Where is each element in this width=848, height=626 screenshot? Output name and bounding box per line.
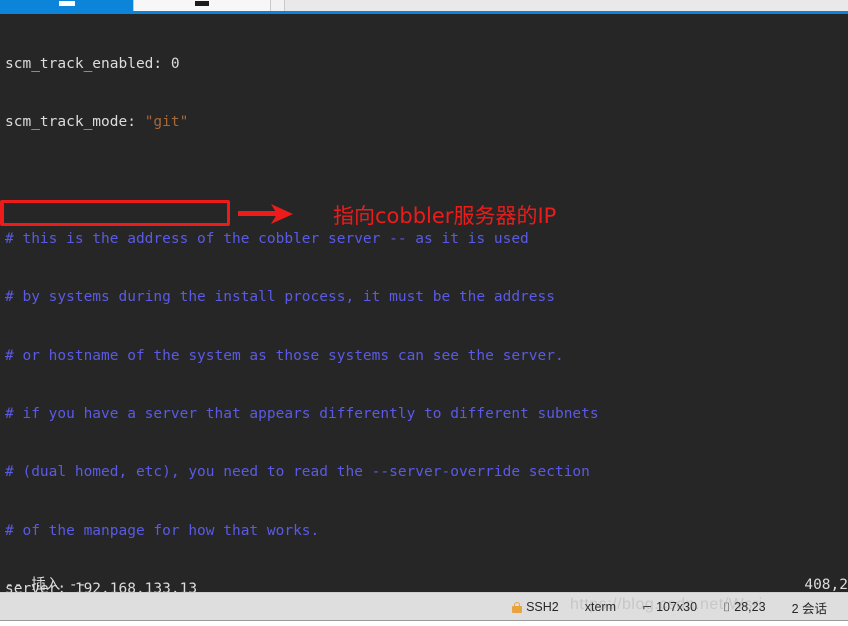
comment-line: # of the manpage for how that works. (5, 522, 320, 539)
window-tab-bar (0, 0, 848, 11)
status-terminal-type[interactable]: xterm (572, 600, 629, 614)
lock-icon (512, 601, 523, 613)
vim-ruler-position: 408,2 (804, 577, 848, 592)
terminal-line: scm_track_enabled: 0 (5, 55, 634, 74)
terminal-line: scm_track_mode: "git" (5, 113, 634, 132)
comment-line: # this is the address of the cobbler ser… (5, 230, 529, 247)
terminal-line: # if you have a server that appears diff… (5, 405, 634, 424)
terminal-line: # this is the address of the cobbler ser… (5, 230, 634, 249)
status-protocol[interactable]: SSH2 (499, 600, 572, 614)
session-status-bar: SSH2 xterm ⌐ 107x30 ⌷ 28,23 2 会话 (0, 592, 848, 620)
annotation-label: 指向cobbler服务器的IP (333, 204, 557, 228)
comment-line: # by systems during the install process,… (5, 289, 555, 306)
terminal-line: # or hostname of the system as those sys… (5, 347, 634, 366)
resize-icon: ⌐ (642, 600, 653, 614)
status-dimensions[interactable]: ⌐ 107x30 (629, 600, 710, 614)
status-cursor-position-label: 28,23 (734, 600, 766, 614)
config-key-scm-track-mode: scm_track_mode: (5, 114, 145, 131)
config-key-scm-track-enabled: scm_track_enabled: 0 (5, 55, 180, 72)
status-sessions[interactable]: 2 会话 (779, 598, 840, 617)
comment-line: # or hostname of the system as those sys… (5, 347, 564, 364)
tab-stub[interactable] (271, 0, 285, 11)
tab-active-session[interactable] (0, 0, 133, 11)
terminal-text: scm_track_enabled: 0 scm_track_mode: "gi… (5, 16, 634, 592)
terminal-line: # (dual homed, etc), you need to read th… (5, 463, 634, 482)
status-dimensions-label: 107x30 (656, 600, 698, 614)
terminal-line: server: 192.168.133.13 (5, 580, 634, 592)
status-sessions-label: 2 会话 (791, 601, 827, 616)
terminal-line: # of the manpage for how that works. (5, 522, 634, 541)
status-protocol-label: SSH2 (526, 600, 559, 614)
tab-secondary-session[interactable] (133, 0, 271, 11)
vim-mode-indicator: -- 插入 -- (5, 577, 87, 592)
config-value-scm-track-mode: "git" (144, 114, 189, 131)
annotation-arrow-icon (238, 204, 293, 224)
tab-icon (195, 1, 209, 6)
tab-bar-empty-area (285, 0, 848, 11)
tab-icon (58, 1, 75, 6)
comment-line: # (dual homed, etc), you need to read th… (5, 464, 590, 481)
cursor-position-icon: ⌷ (723, 599, 731, 614)
terminal-line: # by systems during the install process,… (5, 288, 634, 307)
status-cursor-position[interactable]: ⌷ 28,23 (710, 600, 778, 615)
window-bottom-edge (0, 620, 848, 626)
status-terminal-type-label: xterm (584, 600, 616, 614)
terminal-pane[interactable]: scm_track_enabled: 0 scm_track_mode: "gi… (0, 14, 848, 592)
comment-line: # if you have a server that appears diff… (5, 405, 599, 422)
